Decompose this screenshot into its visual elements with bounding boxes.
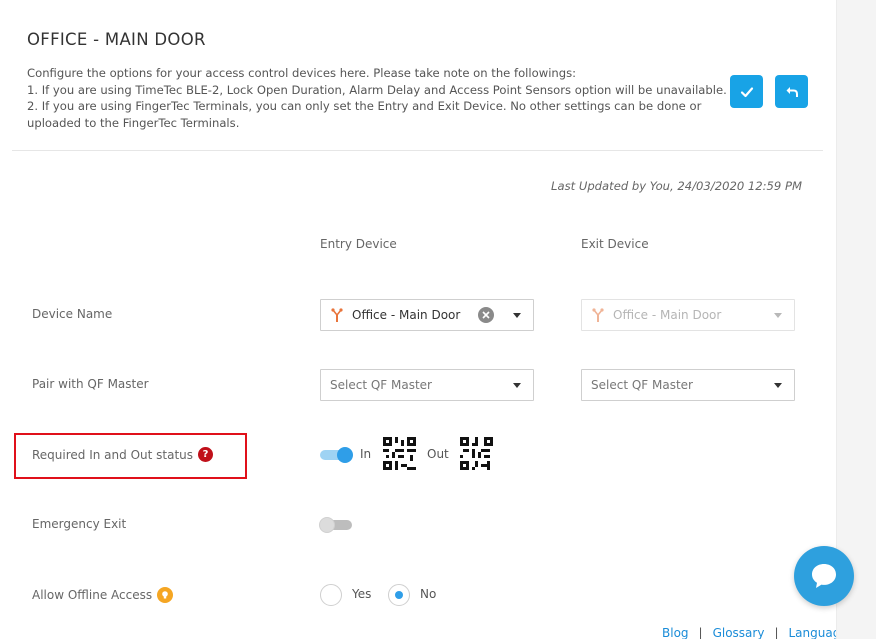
toggle-knob <box>319 517 335 533</box>
offline-access-label: Allow Offline Access <box>32 587 174 603</box>
right-gutter <box>836 0 876 639</box>
footer-link-blog[interactable]: Blog <box>662 626 689 639</box>
description-line: uploaded to the FingerTec Terminals. <box>27 115 240 130</box>
footer-links: Blog | Glossary | Language <box>662 626 848 639</box>
offline-yes-label: Yes <box>352 587 372 601</box>
entry-device-select[interactable]: Office - Main Door <box>320 299 534 331</box>
offline-no-label: No <box>420 587 437 601</box>
required-status-label: Required In and Out status ? <box>32 447 214 462</box>
entry-device-header: Entry Device <box>320 237 397 251</box>
out-label: Out <box>427 447 449 461</box>
undo-arrow-icon <box>786 86 798 97</box>
footer-link-glossary[interactable]: Glossary <box>713 626 765 639</box>
lightbulb-icon[interactable] <box>157 587 174 603</box>
check-icon <box>740 86 753 97</box>
toggle-knob <box>337 447 353 463</box>
exit-device-value: Office - Main Door <box>613 308 722 322</box>
header-divider <box>12 150 823 151</box>
exit-qf-select[interactable]: Select QF Master <box>581 369 795 401</box>
entry-qf-placeholder: Select QF Master <box>330 378 432 392</box>
offline-no-radio[interactable] <box>388 584 410 606</box>
page-title: OFFICE - MAIN DOOR <box>27 30 206 49</box>
exit-qf-placeholder: Select QF Master <box>591 378 693 392</box>
emergency-exit-label: Emergency Exit <box>32 517 127 531</box>
in-label: In <box>360 447 372 461</box>
device-icon <box>330 307 344 323</box>
description-line: 2. If you are using FingerTec Terminals,… <box>27 99 702 113</box>
help-icon[interactable]: ? <box>198 447 214 462</box>
save-button[interactable] <box>730 75 763 108</box>
last-updated-text: Last Updated by You, 24/03/2020 12:59 PM <box>551 179 802 193</box>
page-description: Configure the options for your access co… <box>27 65 727 131</box>
exit-device-header: Exit Device <box>581 237 649 251</box>
chat-widget-button[interactable] <box>794 546 854 606</box>
chat-bubble-icon <box>812 564 836 588</box>
main-panel: OFFICE - MAIN DOOR Configure the options… <box>0 0 848 639</box>
entry-qf-select[interactable]: Select QF Master <box>320 369 534 401</box>
device-name-label: Device Name <box>32 307 113 321</box>
offline-access-text: Allow Offline Access <box>32 588 153 602</box>
back-button[interactable] <box>775 75 808 108</box>
qr-code-out-icon[interactable] <box>460 437 493 470</box>
offline-yes-radio[interactable] <box>320 584 342 606</box>
entry-device-value: Office - Main Door <box>352 308 461 322</box>
device-icon <box>591 307 605 323</box>
chevron-down-icon <box>513 383 521 388</box>
radio-selected-dot <box>395 591 403 599</box>
description-line: Configure the options for your access co… <box>27 66 577 80</box>
chevron-down-icon <box>774 313 782 318</box>
required-status-text: Required In and Out status <box>32 447 194 462</box>
clear-icon[interactable] <box>478 307 494 323</box>
exit-device-select: Office - Main Door <box>581 299 795 331</box>
chevron-down-icon <box>774 383 782 388</box>
chevron-down-icon <box>513 313 521 318</box>
emergency-exit-toggle[interactable] <box>319 517 352 533</box>
qr-code-in-icon[interactable] <box>383 437 416 470</box>
required-status-toggle[interactable] <box>320 447 353 463</box>
pair-qf-label: Pair with QF Master <box>32 377 149 391</box>
description-line: 1. If you are using TimeTec BLE-2, Lock … <box>27 82 727 97</box>
